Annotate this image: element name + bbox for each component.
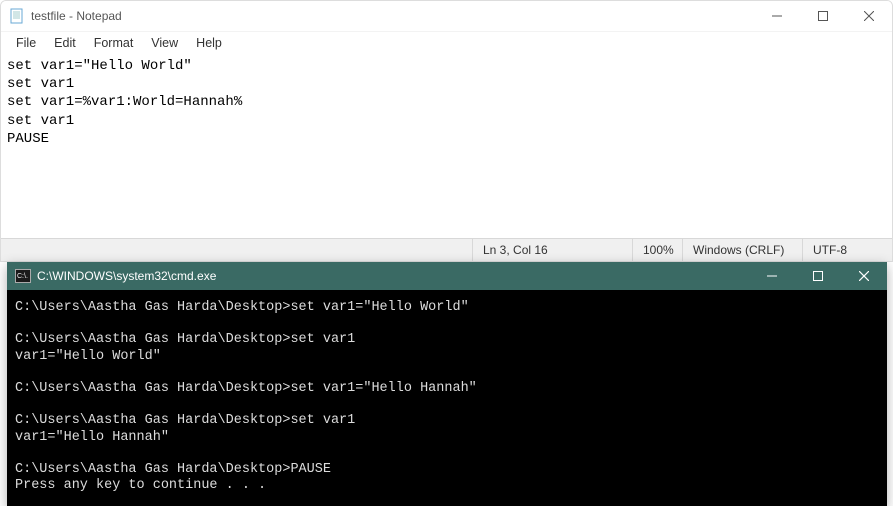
notepad-text-area[interactable]: set var1="Hello World" set var1 set var1…: [1, 53, 892, 238]
notepad-window-controls: [754, 1, 892, 31]
notepad-title: testfile - Notepad: [31, 9, 754, 23]
maximize-button[interactable]: [800, 1, 846, 31]
minimize-button[interactable]: [754, 1, 800, 31]
status-lineending: Windows (CRLF): [682, 239, 802, 261]
menu-edit[interactable]: Edit: [45, 34, 85, 52]
menu-help[interactable]: Help: [187, 34, 231, 52]
status-position: Ln 3, Col 16: [472, 239, 632, 261]
cmd-terminal-output[interactable]: C:\Users\Aastha Gas Harda\Desktop>set va…: [7, 290, 887, 506]
cmd-close-button[interactable]: [841, 262, 887, 290]
notepad-app-icon: [9, 8, 25, 24]
menu-view[interactable]: View: [142, 34, 187, 52]
notepad-titlebar[interactable]: testfile - Notepad: [1, 1, 892, 31]
cmd-app-icon: C:\.: [15, 269, 31, 283]
notepad-statusbar: Ln 3, Col 16 100% Windows (CRLF) UTF-8: [1, 238, 892, 261]
cmd-window: C:\. C:\WINDOWS\system32\cmd.exe C:\User…: [7, 262, 887, 506]
cmd-titlebar[interactable]: C:\. C:\WINDOWS\system32\cmd.exe: [7, 262, 887, 290]
menu-file[interactable]: File: [7, 34, 45, 52]
notepad-menubar: File Edit Format View Help: [1, 31, 892, 53]
notepad-window: testfile - Notepad File Edit Format View…: [0, 0, 893, 262]
status-encoding: UTF-8: [802, 239, 892, 261]
close-button[interactable]: [846, 1, 892, 31]
cmd-title: C:\WINDOWS\system32\cmd.exe: [37, 269, 749, 283]
status-zoom: 100%: [632, 239, 682, 261]
menu-format[interactable]: Format: [85, 34, 143, 52]
cmd-window-controls: [749, 262, 887, 290]
cmd-maximize-button[interactable]: [795, 262, 841, 290]
cmd-minimize-button[interactable]: [749, 262, 795, 290]
